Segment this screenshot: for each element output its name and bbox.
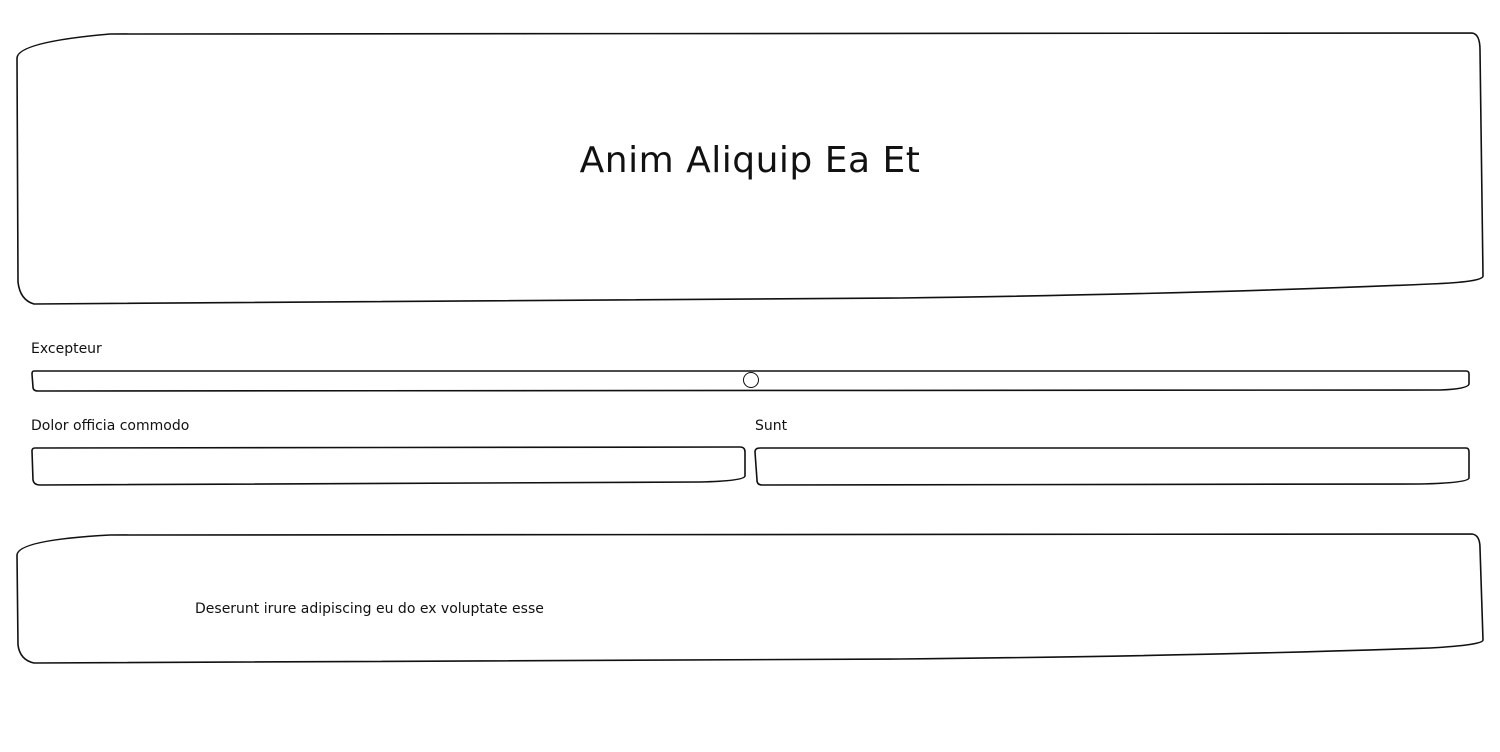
excepteur-slider[interactable]: [32, 369, 1469, 391]
sunt-input[interactable]: [758, 448, 1468, 484]
left-field-label: Dolor officia commodo: [31, 418, 190, 434]
hero-title: Anim Aliquip Ea Et: [579, 140, 921, 181]
footer-text: Deserunt irure adipiscing eu do ex volup…: [195, 601, 544, 617]
slider-knob[interactable]: [742, 372, 759, 388]
slider-label: Excepteur: [31, 341, 102, 357]
footer-box-outline: [16, 533, 1484, 664]
right-field-label: Sunt: [755, 418, 788, 434]
dolor-officia-commodo-input[interactable]: [34, 448, 744, 484]
